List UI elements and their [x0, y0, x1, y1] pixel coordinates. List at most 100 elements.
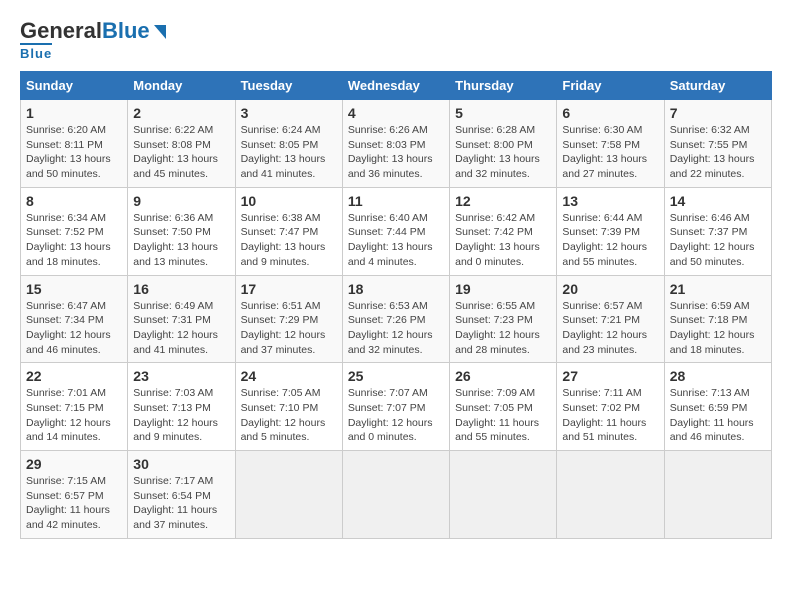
col-header-thursday: Thursday: [450, 72, 557, 100]
calendar-cell: 18 Sunrise: 6:53 AM Sunset: 7:26 PM Dayli…: [342, 275, 449, 363]
day-info: Sunrise: 6:55 AM Sunset: 7:23 PM Dayligh…: [455, 299, 551, 358]
calendar-week-0: 1 Sunrise: 6:20 AM Sunset: 8:11 PM Daylig…: [21, 100, 772, 188]
day-number: 9: [133, 193, 229, 209]
logo-text: GeneralBlue: [20, 20, 150, 42]
day-number: 22: [26, 368, 122, 384]
day-number: 24: [241, 368, 337, 384]
calendar-cell: 9Sunrise: 6:36 AM Sunset: 7:50 PM Daylig…: [128, 187, 235, 275]
col-header-monday: Monday: [128, 72, 235, 100]
day-info: Sunrise: 6:24 AM Sunset: 8:05 PM Dayligh…: [241, 123, 337, 182]
calendar-cell: 16 Sunrise: 6:49 AM Sunset: 7:31 PM Dayli…: [128, 275, 235, 363]
day-number: 29: [26, 456, 122, 472]
calendar-cell: 12Sunrise: 6:42 AM Sunset: 7:42 PM Dayli…: [450, 187, 557, 275]
calendar-cell: 28 Sunrise: 7:13 AM Sunset: 6:59 PM Dayli…: [664, 363, 771, 451]
col-header-tuesday: Tuesday: [235, 72, 342, 100]
day-info: Sunrise: 6:20 AM Sunset: 8:11 PM Dayligh…: [26, 123, 122, 182]
day-number: 10: [241, 193, 337, 209]
calendar-cell: 26 Sunrise: 7:09 AM Sunset: 7:05 PM Dayli…: [450, 363, 557, 451]
day-number: 26: [455, 368, 551, 384]
day-info: Sunrise: 7:11 AM Sunset: 7:02 PM Dayligh…: [562, 386, 658, 445]
day-info: Sunrise: 7:03 AM Sunset: 7:13 PM Dayligh…: [133, 386, 229, 445]
calendar-cell: 5 Sunrise: 6:28 AM Sunset: 8:00 PM Daylig…: [450, 100, 557, 188]
day-info: Sunrise: 6:47 AM Sunset: 7:34 PM Dayligh…: [26, 299, 122, 358]
calendar-week-3: 22Sunrise: 7:01 AM Sunset: 7:15 PM Dayli…: [21, 363, 772, 451]
day-number: 28: [670, 368, 766, 384]
day-info: Sunrise: 6:51 AM Sunset: 7:29 PM Dayligh…: [241, 299, 337, 358]
day-info: Sunrise: 6:32 AM Sunset: 7:55 PM Dayligh…: [670, 123, 766, 182]
day-info: Sunrise: 6:30 AM Sunset: 7:58 PM Dayligh…: [562, 123, 658, 182]
day-number: 20: [562, 281, 658, 297]
page-header: GeneralBlue Blue: [20, 20, 772, 61]
calendar-cell: 10 Sunrise: 6:38 AM Sunset: 7:47 PM Dayli…: [235, 187, 342, 275]
calendar-cell: 8 Sunrise: 6:34 AM Sunset: 7:52 PM Daylig…: [21, 187, 128, 275]
day-info: Sunrise: 6:57 AM Sunset: 7:21 PM Dayligh…: [562, 299, 658, 358]
day-info: Sunrise: 7:09 AM Sunset: 7:05 PM Dayligh…: [455, 386, 551, 445]
day-number: 16: [133, 281, 229, 297]
calendar-cell: 27 Sunrise: 7:11 AM Sunset: 7:02 PM Dayli…: [557, 363, 664, 451]
calendar-cell: 20 Sunrise: 6:57 AM Sunset: 7:21 PM Dayli…: [557, 275, 664, 363]
calendar-cell: 6 Sunrise: 6:30 AM Sunset: 7:58 PM Daylig…: [557, 100, 664, 188]
calendar-table: SundayMondayTuesdayWednesdayThursdayFrid…: [20, 71, 772, 539]
day-number: 5: [455, 105, 551, 121]
day-info: Sunrise: 6:49 AM Sunset: 7:31 PM Dayligh…: [133, 299, 229, 358]
day-info: Sunrise: 6:53 AM Sunset: 7:26 PM Dayligh…: [348, 299, 444, 358]
day-info: Sunrise: 7:13 AM Sunset: 6:59 PM Dayligh…: [670, 386, 766, 445]
calendar-week-2: 15 Sunrise: 6:47 AM Sunset: 7:34 PM Dayli…: [21, 275, 772, 363]
calendar-cell: 25Sunrise: 7:07 AM Sunset: 7:07 PM Dayli…: [342, 363, 449, 451]
logo-sub: Blue: [20, 43, 52, 61]
day-number: 18: [348, 281, 444, 297]
calendar-cell: 19 Sunrise: 6:55 AM Sunset: 7:23 PM Dayli…: [450, 275, 557, 363]
calendar-week-1: 8 Sunrise: 6:34 AM Sunset: 7:52 PM Daylig…: [21, 187, 772, 275]
col-header-friday: Friday: [557, 72, 664, 100]
day-info: Sunrise: 6:42 AM Sunset: 7:42 PM Dayligh…: [455, 211, 551, 270]
calendar-cell: [557, 451, 664, 539]
calendar-cell: [664, 451, 771, 539]
calendar-cell: 23 Sunrise: 7:03 AM Sunset: 7:13 PM Dayli…: [128, 363, 235, 451]
day-info: Sunrise: 7:15 AM Sunset: 6:57 PM Dayligh…: [26, 474, 122, 533]
calendar-cell: 24 Sunrise: 7:05 AM Sunset: 7:10 PM Dayli…: [235, 363, 342, 451]
calendar-cell: 30 Sunrise: 7:17 AM Sunset: 6:54 PM Dayli…: [128, 451, 235, 539]
day-number: 15: [26, 281, 122, 297]
col-header-saturday: Saturday: [664, 72, 771, 100]
col-header-sunday: Sunday: [21, 72, 128, 100]
day-number: 13: [562, 193, 658, 209]
day-info: Sunrise: 7:07 AM Sunset: 7:07 PM Dayligh…: [348, 386, 444, 445]
day-number: 27: [562, 368, 658, 384]
day-number: 6: [562, 105, 658, 121]
day-number: 3: [241, 105, 337, 121]
day-info: Sunrise: 7:17 AM Sunset: 6:54 PM Dayligh…: [133, 474, 229, 533]
day-info: Sunrise: 6:59 AM Sunset: 7:18 PM Dayligh…: [670, 299, 766, 358]
day-number: 21: [670, 281, 766, 297]
day-info: Sunrise: 6:44 AM Sunset: 7:39 PM Dayligh…: [562, 211, 658, 270]
logo: GeneralBlue Blue: [20, 20, 166, 61]
day-number: 19: [455, 281, 551, 297]
day-number: 2: [133, 105, 229, 121]
day-number: 23: [133, 368, 229, 384]
day-number: 8: [26, 193, 122, 209]
day-info: Sunrise: 6:34 AM Sunset: 7:52 PM Dayligh…: [26, 211, 122, 270]
calendar-cell: 13 Sunrise: 6:44 AM Sunset: 7:39 PM Dayli…: [557, 187, 664, 275]
calendar-cell: 7 Sunrise: 6:32 AM Sunset: 7:55 PM Daylig…: [664, 100, 771, 188]
calendar-cell: 29 Sunrise: 7:15 AM Sunset: 6:57 PM Dayli…: [21, 451, 128, 539]
day-info: Sunrise: 6:38 AM Sunset: 7:47 PM Dayligh…: [241, 211, 337, 270]
calendar-cell: 14Sunrise: 6:46 AM Sunset: 7:37 PM Dayli…: [664, 187, 771, 275]
calendar-cell: 1 Sunrise: 6:20 AM Sunset: 8:11 PM Daylig…: [21, 100, 128, 188]
day-info: Sunrise: 6:26 AM Sunset: 8:03 PM Dayligh…: [348, 123, 444, 182]
day-info: Sunrise: 6:28 AM Sunset: 8:00 PM Dayligh…: [455, 123, 551, 182]
calendar-cell: 17 Sunrise: 6:51 AM Sunset: 7:29 PM Dayli…: [235, 275, 342, 363]
day-info: Sunrise: 6:46 AM Sunset: 7:37 PM Dayligh…: [670, 211, 766, 270]
day-info: Sunrise: 7:05 AM Sunset: 7:10 PM Dayligh…: [241, 386, 337, 445]
calendar-cell: 2 Sunrise: 6:22 AM Sunset: 8:08 PM Daylig…: [128, 100, 235, 188]
col-header-wednesday: Wednesday: [342, 72, 449, 100]
day-info: Sunrise: 6:22 AM Sunset: 8:08 PM Dayligh…: [133, 123, 229, 182]
day-number: 4: [348, 105, 444, 121]
day-number: 17: [241, 281, 337, 297]
calendar-cell: 11Sunrise: 6:40 AM Sunset: 7:44 PM Dayli…: [342, 187, 449, 275]
calendar-cell: [235, 451, 342, 539]
calendar-cell: 3 Sunrise: 6:24 AM Sunset: 8:05 PM Daylig…: [235, 100, 342, 188]
logo-arrow-icon: [154, 25, 166, 39]
calendar-cell: [450, 451, 557, 539]
day-number: 30: [133, 456, 229, 472]
day-number: 1: [26, 105, 122, 121]
day-number: 7: [670, 105, 766, 121]
